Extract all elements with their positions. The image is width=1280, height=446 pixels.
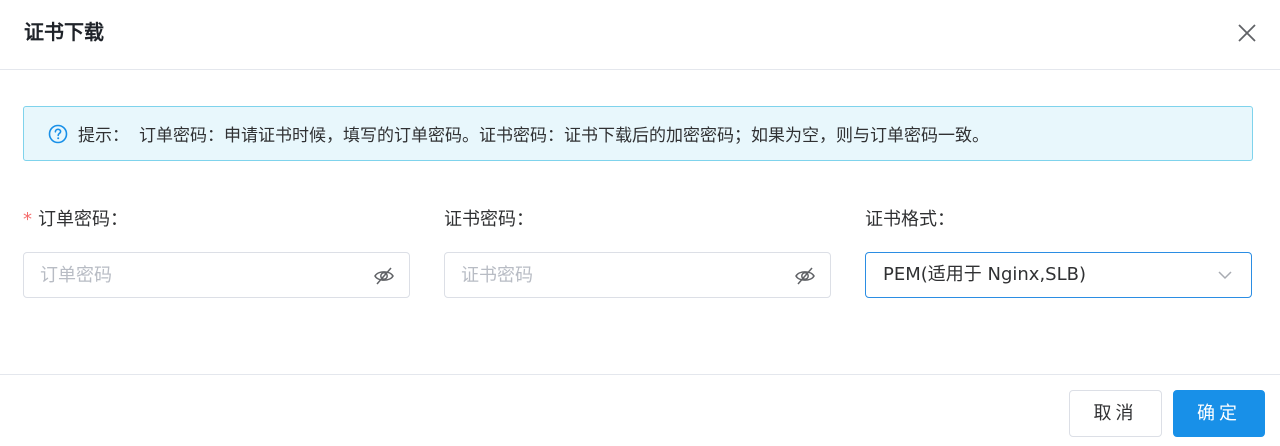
order-password-input-box: [23, 252, 410, 298]
cert-password-input[interactable]: [461, 253, 791, 297]
eye-off-icon[interactable]: [373, 265, 395, 287]
certificate-download-dialog: 证书下载 提示： 订单密码：申请证书时候，填写的订单密码。证书密码：证书下载后的…: [0, 0, 1280, 446]
cert-password-input-box: [444, 252, 831, 298]
order-password-field: * 订单密码：: [23, 207, 410, 298]
cert-format-select[interactable]: PEM(适用于 Nginx,SLB): [865, 252, 1252, 298]
tip-alert: 提示： 订单密码：申请证书时候，填写的订单密码。证书密码：证书下载后的加密密码；…: [23, 106, 1253, 161]
close-icon[interactable]: [1234, 20, 1260, 46]
cert-password-field: 证书密码：: [444, 207, 831, 298]
chevron-down-icon: [1218, 271, 1232, 280]
order-password-label-text: 订单密码：: [38, 209, 128, 230]
tip-text: 订单密码：申请证书时候，填写的订单密码。证书密码：证书下载后的加密密码；如果为空…: [139, 126, 989, 146]
cancel-button[interactable]: 取消: [1069, 390, 1162, 437]
cert-format-label: 证书格式：: [865, 209, 955, 230]
order-password-input[interactable]: [40, 253, 370, 297]
required-mark: *: [23, 209, 32, 230]
cert-password-label: 证书密码：: [444, 209, 534, 230]
tip-label: 提示：: [78, 126, 129, 146]
question-circle-icon: [48, 124, 68, 143]
cert-format-field: 证书格式： PEM(适用于 Nginx,SLB): [865, 207, 1252, 298]
order-password-label: * 订单密码：: [23, 207, 410, 233]
cert-format-selected-value: PEM(适用于 Nginx,SLB): [883, 264, 1087, 285]
confirm-button[interactable]: 确定: [1173, 390, 1265, 437]
eye-off-icon[interactable]: [794, 265, 816, 287]
dialog-title: 证书下载: [24, 20, 104, 44]
dialog-footer: 取消 确定: [0, 374, 1280, 446]
dialog-header: 证书下载: [0, 0, 1280, 70]
